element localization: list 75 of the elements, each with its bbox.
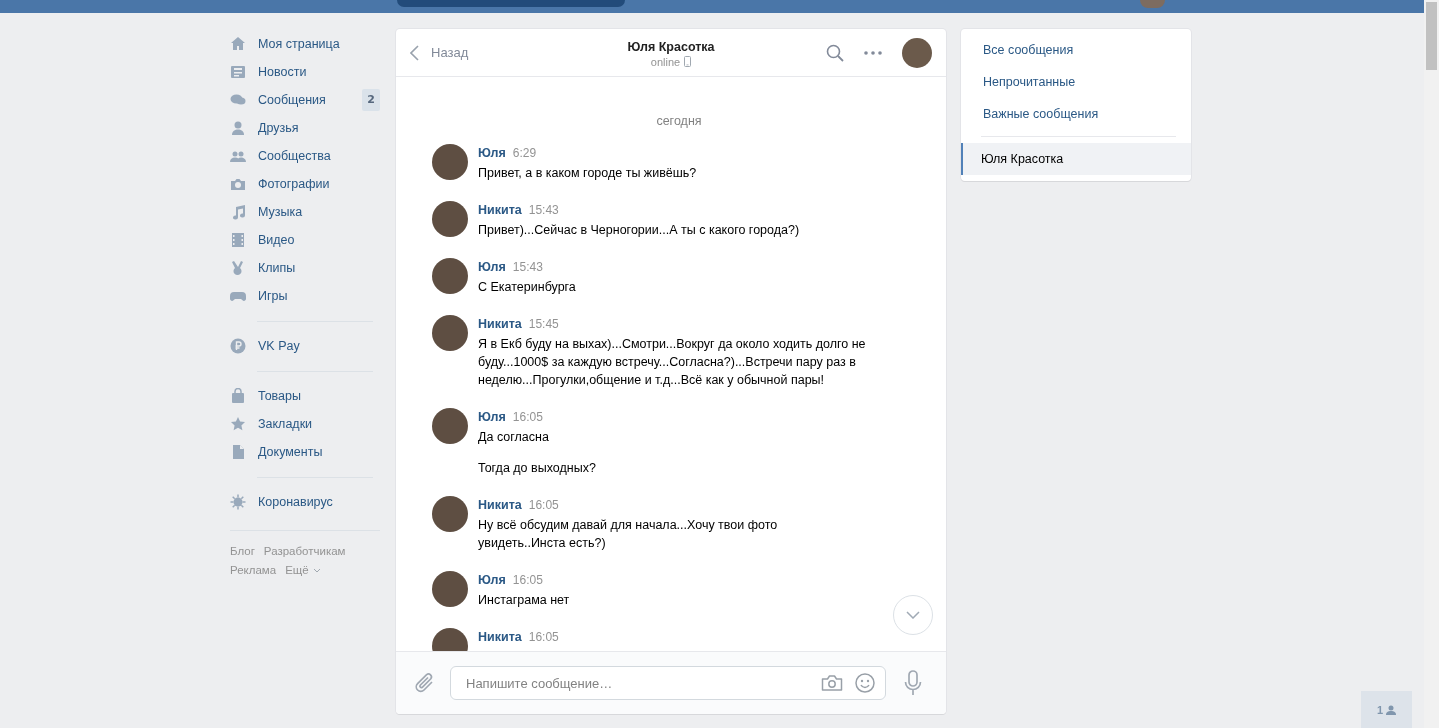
person-icon [1386,704,1397,715]
message-time: 15:43 [512,260,543,274]
nav-link[interactable]: Закладки [230,410,380,438]
shopping-bag-icon [230,388,246,404]
filter-item[interactable]: Важные сообщения [961,98,1191,130]
more-button[interactable] [864,50,882,55]
message-time: 15:45 [528,317,559,331]
author-link[interactable]: Никита [478,498,522,512]
author-link[interactable]: Юля [478,573,506,587]
nav-link[interactable]: Товары [230,382,380,410]
scrollbar[interactable] [1424,0,1439,728]
filter-item[interactable]: Все сообщения [961,34,1191,66]
microphone-icon [904,670,922,696]
nav-link[interactable]: Коронавирус [230,488,380,516]
message-text: Инстаграма нет [478,592,570,609]
nav-link[interactable]: Музыка [230,198,380,226]
message-time: 16:05 [512,410,543,424]
document-icon [230,444,246,460]
smiley-icon [855,673,875,693]
clips-icon [230,260,246,276]
author-link[interactable]: Юля [478,260,506,274]
message-text: Тогда до выходных? [478,460,596,477]
message-field[interactable]: Напишите сообщение… [450,666,886,700]
nav-link[interactable]: Новости [230,58,380,86]
virus-icon [230,494,246,510]
message-time: 15:43 [528,203,559,217]
chevron-down-icon [906,611,920,619]
nav-link[interactable]: Сообщения [230,86,326,114]
author-link[interactable]: Юля [478,146,506,160]
paperclip-icon [414,671,436,695]
nav-link[interactable]: Игры [230,282,380,310]
camera-icon [230,176,246,192]
author-link[interactable]: Никита [478,630,522,644]
nav-link[interactable]: Моя страница [230,30,380,58]
back-link[interactable]: Назад [410,44,560,61]
filter-item[interactable]: Непрочитанные [961,66,1191,98]
date-divider: сегодня [655,114,703,128]
nav-link[interactable]: Фотографии [230,170,380,198]
camera-icon [821,674,843,692]
search-icon [826,43,844,62]
unread-count-badge: 2 [362,89,380,111]
author-link[interactable]: Юля [478,410,506,424]
more-dots-icon [864,50,882,55]
message-text: Да согласна [478,429,550,446]
message-text: Я в Екб буду на выхах)...Смотри...Вокруг да около ходить долго не буду...1000$ за каждую встречу...Согласна?)...Встречи пару раз в неделю...Прогулки,общение и т.д...Всё как у обычной пары! [478,336,867,389]
newspaper-icon [230,64,246,80]
message-text: Привет)...Сейчас в Черногории...А ты с какого города?) [478,222,800,239]
nav-link[interactable]: Сообщества [230,142,380,170]
star-icon [230,416,246,432]
film-icon [230,232,246,248]
nav-link[interactable]: VK Pay [230,332,380,360]
message-text: С Екатеринбурга [478,279,576,296]
filter-item[interactable]: Юля Красотка [961,143,1191,175]
message-text: Ну всё обсудим давай для начала...Хочу твои фото увидеть..Инста есть?) [478,517,778,552]
music-note-icon [230,204,246,220]
nav-link[interactable]: Документы [230,438,380,466]
house-icon [230,36,246,52]
nav-link[interactable]: Клипы [230,254,380,282]
message-time: 16:05 [528,630,559,644]
online-status: online [650,55,681,68]
search-button[interactable] [826,43,844,62]
message-time: 16:05 [528,498,559,512]
nav-link[interactable]: Друзья [230,114,380,142]
person-icon [230,120,246,136]
ruble-coin-icon [230,338,246,354]
message-time: 6:29 [512,146,537,160]
author-link[interactable]: Никита [478,203,522,217]
message-text: Привет, а в каком городе ты живёшь? [478,165,697,182]
chevron-left-icon [410,44,419,61]
author-link[interactable]: Никита [478,317,522,331]
message-input[interactable]: Напишите сообщение… [464,674,821,692]
nav-link[interactable]: Видео [230,226,380,254]
message-time: 16:05 [512,573,543,587]
phone-icon [684,56,692,67]
chat-title: Юля Красотка [626,39,716,54]
